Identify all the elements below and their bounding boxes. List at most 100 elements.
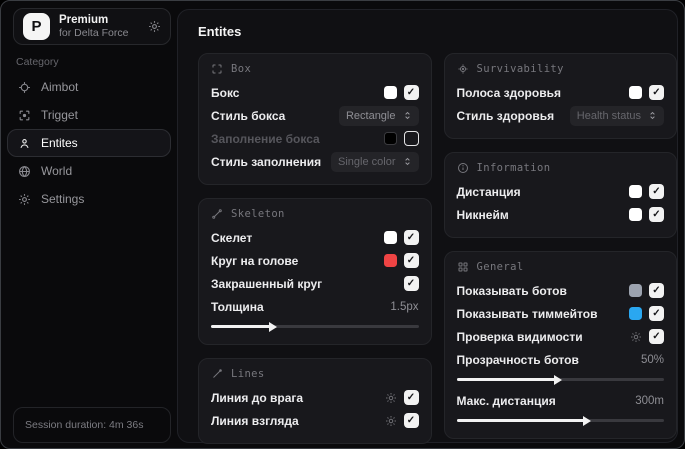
sidebar-item-label: Entites (41, 136, 78, 150)
checkbox[interactable] (649, 85, 664, 100)
setting-row: Стиль заполнения Single color (211, 150, 419, 173)
slider-thumb[interactable] (583, 415, 592, 426)
checkbox[interactable] (403, 85, 419, 100)
bot-opacity-slider[interactable] (456, 374, 664, 385)
slider-value: 300m (635, 394, 664, 407)
grid-icon (457, 261, 469, 273)
sidebar-item-label: Trigget (41, 108, 78, 122)
gear-icon[interactable] (385, 392, 397, 404)
checkbox[interactable] (403, 413, 419, 428)
main-content: Entites Box Бокс ✓ Стиль бокса Rectangle… (177, 9, 678, 444)
setting-row: Макс. дистанция 300m (457, 389, 665, 412)
panel-information: Information Дистанция Никнейм (443, 152, 677, 238)
panel-title: Information (476, 162, 551, 174)
setting-label: Никнейм (456, 207, 509, 222)
line-icon (211, 368, 223, 380)
checkbox[interactable] (403, 390, 419, 405)
checkbox[interactable] (649, 329, 664, 344)
setting-row: Стиль бокса Rectangle (211, 104, 419, 127)
panel-title: Survivability (476, 63, 564, 75)
checkbox[interactable] (649, 283, 664, 298)
sidebar-item-entites[interactable]: Entites (7, 129, 171, 157)
checkbox[interactable] (403, 276, 419, 291)
color-swatch[interactable] (383, 132, 397, 145)
setting-row: Дистанция (457, 180, 664, 203)
slider-thumb[interactable] (554, 374, 563, 385)
category-label: Category (16, 56, 59, 68)
color-swatch[interactable] (383, 254, 397, 267)
crosshair-icon (18, 81, 31, 94)
setting-label: Стиль здоровья (456, 108, 555, 123)
setting-label: Показывать ботов (456, 283, 567, 298)
color-swatch[interactable] (629, 185, 642, 198)
setting-label: Толщина (211, 299, 264, 314)
gear-icon[interactable] (148, 20, 161, 33)
setting-label: Проверка видимости (456, 329, 583, 344)
left-column: Box Бокс Стиль бокса Rectangle (198, 53, 432, 444)
color-swatch[interactable] (629, 86, 642, 99)
gear-icon (18, 193, 31, 206)
app-title: Premium (59, 13, 109, 26)
checkbox[interactable] (649, 306, 664, 321)
app-subtitle: for Delta Force (59, 27, 129, 40)
dropdown-value: Rectangle (345, 109, 396, 122)
sidebar-item-aimbot[interactable]: Aimbot (7, 73, 171, 101)
setting-label: Круг на голове (211, 253, 299, 268)
scan-icon (457, 63, 469, 75)
setting-row: Линия до врага (211, 386, 419, 409)
setting-row: Скелет (211, 226, 419, 249)
gear-icon[interactable] (385, 415, 397, 427)
session-duration: Session duration: 4m 36s (13, 407, 171, 443)
setting-row: Показывать тиммейтов (457, 302, 664, 325)
setting-label: Макс. дистанция (456, 393, 556, 408)
sidebar-item-world[interactable]: World (7, 157, 171, 185)
setting-label: Стиль заполнения (211, 154, 322, 169)
slider-thumb[interactable] (269, 321, 278, 332)
visibility-icon[interactable] (630, 331, 642, 343)
setting-row: Толщина 1.5px (211, 295, 419, 318)
chevron-updown-icon (403, 111, 412, 120)
right-column: Survivability Полоса здоровья Стиль здор… (443, 53, 677, 439)
color-swatch[interactable] (629, 284, 642, 297)
setting-label: Бокс (211, 85, 240, 100)
checkbox[interactable] (649, 207, 664, 222)
health-style-dropdown[interactable]: Health status (569, 105, 664, 126)
sidebar-item-label: Settings (41, 192, 85, 206)
setting-row: Заполнение бокса (211, 127, 419, 150)
box-frame-icon (211, 63, 223, 75)
sidebar-item-label: World (41, 164, 73, 178)
checkbox[interactable] (403, 230, 419, 245)
panel-general: General Показывать ботов Показывать тимм… (443, 251, 677, 439)
box-style-dropdown[interactable]: Rectangle (338, 105, 419, 126)
color-swatch[interactable] (629, 208, 642, 221)
checkbox[interactable] (403, 253, 419, 268)
entities-icon (18, 137, 31, 150)
setting-label: Полоса здоровья (456, 85, 561, 100)
target-icon (18, 109, 31, 122)
color-swatch[interactable] (383, 231, 397, 244)
page-title: Entites (198, 24, 242, 39)
checkbox[interactable] (403, 131, 419, 146)
setting-row: Закрашенный круг (211, 272, 419, 295)
sidebar-item-trigget[interactable]: Trigget (7, 101, 171, 129)
dropdown-value: Single color (338, 155, 396, 168)
thickness-slider[interactable] (211, 321, 419, 332)
session-duration-label: Session duration: 4m 36s (25, 419, 144, 431)
max-distance-slider[interactable] (456, 415, 664, 426)
premium-card: P Premium for Delta Force (13, 8, 171, 45)
setting-label: Стиль бокса (211, 108, 286, 123)
setting-row: Полоса здоровья (456, 81, 664, 104)
setting-label: Заполнение бокса (211, 131, 320, 146)
color-swatch[interactable] (629, 307, 642, 320)
slider-value: 50% (640, 353, 664, 366)
panel-survivability: Survivability Полоса здоровья Стиль здор… (443, 53, 677, 139)
fill-style-dropdown[interactable]: Single color (331, 151, 419, 172)
dropdown-value: Health status (576, 109, 641, 122)
setting-label: Линия взгляда (211, 413, 299, 428)
bone-icon (211, 208, 223, 220)
color-swatch[interactable] (383, 86, 397, 99)
setting-label: Закрашенный круг (211, 276, 323, 291)
setting-label: Линия до врага (211, 390, 304, 405)
sidebar-item-settings[interactable]: Settings (7, 185, 171, 213)
checkbox[interactable] (649, 184, 664, 199)
